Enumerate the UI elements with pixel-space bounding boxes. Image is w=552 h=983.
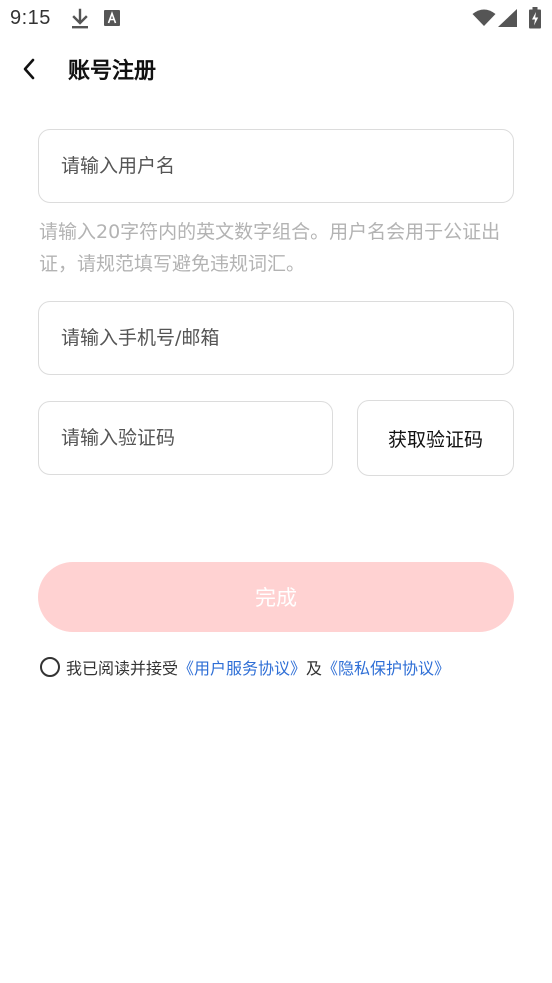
battery-charging-icon (528, 7, 542, 33)
signal-icon (498, 9, 518, 31)
verification-code-field[interactable] (38, 401, 333, 475)
submit-button[interactable]: 完成 (38, 562, 514, 632)
username-input[interactable] (61, 130, 491, 202)
chevron-left-icon (22, 58, 36, 84)
status-time: 9:15 (10, 7, 51, 29)
user-agreement-link[interactable]: 《用户服务协议》 (178, 655, 306, 679)
username-hint: 请输入20字符内的英文数字组合。用户名会用于公证出证，请规范填写避免违规词汇。 (39, 221, 501, 275)
phone-email-field[interactable] (38, 301, 514, 375)
verification-code-input[interactable] (61, 402, 310, 474)
privacy-policy-link[interactable]: 《隐私保护协议》 (322, 655, 450, 679)
agreement-prefix: 我已阅读并接受 (66, 659, 179, 678)
page-title: 账号注册 (68, 59, 157, 84)
get-code-button[interactable]: 获取验证码 (357, 400, 514, 476)
agreement-row: 我已阅读并接受 《用户服务协议》 及 《隐私保护协议》 (40, 654, 450, 680)
agreement-conjunction: 及 (306, 659, 323, 678)
wifi-icon (472, 9, 496, 31)
download-icon (70, 8, 90, 34)
back-button[interactable] (14, 56, 44, 86)
phone-email-input[interactable] (61, 302, 491, 374)
status-bar: 9:15 (0, 0, 552, 38)
a-icon (104, 10, 120, 30)
username-field[interactable] (38, 129, 514, 203)
agreement-checkbox[interactable] (40, 657, 60, 677)
